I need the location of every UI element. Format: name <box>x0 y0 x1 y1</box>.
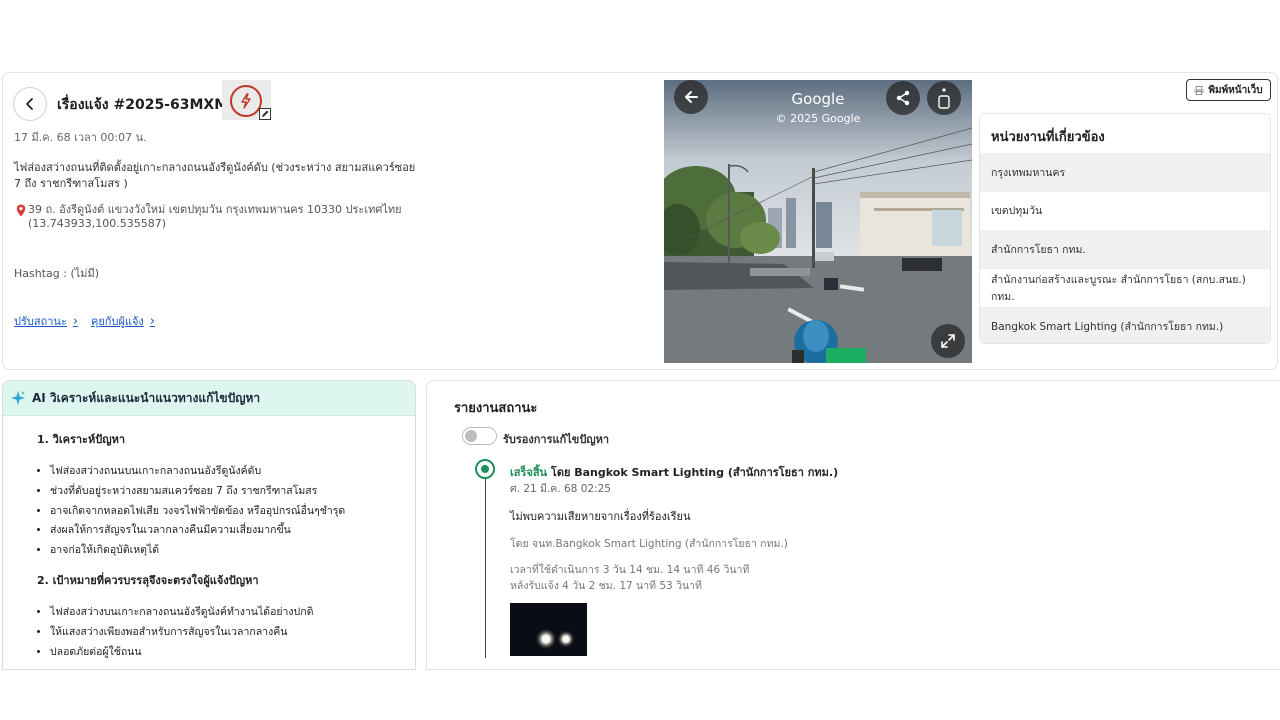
ai-analysis-title: AI วิเคราะห์และแนะนำแนวทางแก้ไขปัญหา <box>32 390 261 405</box>
ai-section-heading: 2. เป้าหมายที่ควรบรรลุจึงจะตรงใจผู้แจ้งป… <box>37 573 259 587</box>
expand-icon <box>941 334 955 348</box>
toggle-knob <box>465 430 477 442</box>
status-by-label: โดย Bangkok Smart Lighting (สำนักการโยธา… <box>550 466 839 479</box>
ai-analysis-panel: AI วิเคราะห์และแนะนำแนวทางแก้ไขปัญหา 1. … <box>2 380 416 670</box>
location-pin-icon <box>16 204 26 217</box>
street-view-provider: Google <box>791 90 845 108</box>
share-icon <box>896 90 910 106</box>
address-text: 39 ถ. อังรีดูนังต์ แขวงวังใหม่ เขตปทุมวั… <box>28 203 402 230</box>
chevron-right-icon: › <box>149 313 156 329</box>
agency-item: Bangkok Smart Lighting (สำนักการโยธา กทม… <box>980 307 1270 343</box>
status-report-title: รายงานสถานะ <box>454 401 538 416</box>
ai-bullet-list: ไฟส่องสว่างบนเกาะกลางถนนอังรีดูนังค์ทำงา… <box>37 603 415 662</box>
printer-icon <box>1194 85 1204 95</box>
related-agencies-panel: หน่วยงานที่เกี่ยวข้อง กรุงเทพมหานคร เขตป… <box>979 113 1271 344</box>
list-item: ให้แสงสว่างเพียงพอสำหรับการสัญจรในเวลากล… <box>50 623 415 643</box>
street-view-expand-button[interactable] <box>931 324 965 358</box>
night-lights-image <box>510 603 587 656</box>
ai-analysis-header: AI วิเคราะห์และแนะนำแนวทางแก้ไขปัญหา <box>3 381 415 416</box>
timeline-status-icon <box>475 459 495 479</box>
approve-resolution-toggle[interactable] <box>462 427 497 445</box>
timeline-heading: เสร็จสิ้น โดย Bangkok Smart Lighting (สำ… <box>510 463 838 481</box>
street-view-panel[interactable]: Google © 2025 Google <box>664 80 972 363</box>
duration-working: เวลาที่ใช้ดำเนินการ 3 วัน 14 ชม. 14 นาที… <box>510 564 750 576</box>
print-page-button[interactable]: พิมพ์หน้าเว็บ <box>1186 79 1271 101</box>
chat-reporter-link[interactable]: คุยกับผู้แจ้ง › <box>91 312 155 330</box>
update-status-label: ปรับสถานะ <box>14 315 67 328</box>
agency-item: สำนักการโยธา กทม. <box>980 230 1270 269</box>
timeline-officer: โดย จนท.Bangkok Smart Lighting (สำนักการ… <box>510 538 788 550</box>
issue-title: เรื่องแจ้ง #2025-63MXMA <box>57 97 239 113</box>
back-button[interactable] <box>13 87 47 121</box>
more-vertical-icon <box>938 88 950 109</box>
list-item: ไฟส่องสว่างบนเกาะกลางถนนอังรีดูนังค์ทำงา… <box>50 603 415 623</box>
approve-resolution-label: รับรองการแก้ไขปัญหา <box>503 433 610 446</box>
hashtag-text: Hashtag : (ไม่มี) <box>14 267 100 280</box>
list-item: อาจเกิดจากหลอดไฟเสีย วงจรไฟฟ้าขัดข้อง หร… <box>50 502 415 522</box>
ai-section-heading: 1. วิเคราะห์ปัญหา <box>37 433 125 446</box>
issue-datetime: 17 มี.ค. 68 เวลา 00:07 น. <box>14 131 147 144</box>
agency-item: สำนักงานก่อสร้างและบูรณะ สำนักการโยธา (ส… <box>991 273 1246 303</box>
list-item: ช่วงที่ดับอยู่ระหว่างสยามสแควร์ซอย 7 ถึง… <box>50 482 415 502</box>
list-item: ไฟส่องสว่างถนนบนเกาะกลางถนนอังรีดูนังค์ด… <box>50 462 415 482</box>
list-item: อาจก่อให้เกิดอุบัติเหตุได้ <box>50 541 415 561</box>
street-view-copyright: © 2025 Google <box>775 112 861 125</box>
print-page-label: พิมพ์หน้าเว็บ <box>1208 84 1263 96</box>
duration-since-report: หลังรับแจ้ง 4 วัน 2 ชม. 17 นาที 53 วินาท… <box>510 580 702 592</box>
chat-reporter-label: คุยกับผู้แจ้ง <box>91 315 144 328</box>
issue-address: 39 ถ. อังรีดูนังต์ แขวงวังใหม่ เขตปทุมวั… <box>14 203 414 231</box>
edit-icon[interactable] <box>259 108 271 120</box>
timeline-message: ไม่พบความเสียหายจากเรื่องที่ร้องเรียน <box>510 510 691 523</box>
agency-item: เขตปทุมวัน <box>991 205 1043 218</box>
chevron-left-icon <box>26 98 33 110</box>
street-view-menu-button[interactable] <box>927 81 961 115</box>
ai-bullet-list: ไฟส่องสว่างถนนบนเกาะกลางถนนอังรีดูนังค์ด… <box>37 462 415 561</box>
update-status-link[interactable]: ปรับสถานะ › <box>14 312 78 330</box>
list-item: ส่งผลให้การสัญจรในเวลากลางคืนมีความเสี่ย… <box>50 521 415 541</box>
street-view-share-button[interactable] <box>886 81 920 115</box>
timeline-duration: เวลาที่ใช้ดำเนินการ 3 วัน 14 ชม. 14 นาที… <box>510 562 749 594</box>
sparkle-icon <box>11 391 25 405</box>
related-agencies-title: หน่วยงานที่เกี่ยวข้อง <box>991 130 1105 145</box>
agency-item: กรุงเทพมหานคร <box>980 153 1270 192</box>
status-photo[interactable] <box>510 603 587 656</box>
timeline-date: ศ. 21 มี.ค. 68 02:25 <box>510 483 611 495</box>
issue-type-badge[interactable] <box>222 80 271 120</box>
status-label: เสร็จสิ้น <box>510 466 548 479</box>
timeline-line <box>485 478 486 658</box>
list-item: ปลอดภัยต่อผู้ใช้ถนน <box>50 643 415 663</box>
status-report-panel: รายงานสถานะ รับรองการแก้ไขปัญหา เสร็จสิ้… <box>426 380 1280 670</box>
chevron-right-icon: › <box>72 313 79 329</box>
issue-description: ไฟส่องสว่างถนนที่ติดตั้งอยู่เกาะกลางถนนอ… <box>14 161 416 190</box>
lightning-icon <box>230 85 262 117</box>
